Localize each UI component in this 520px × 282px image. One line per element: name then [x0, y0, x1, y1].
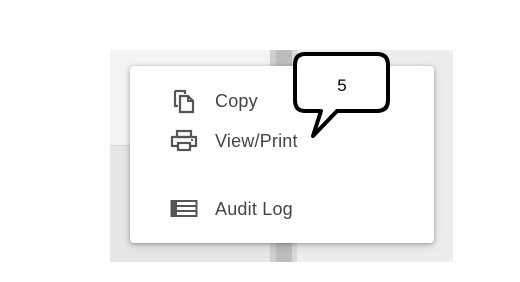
callout-bubble: 5 [291, 52, 393, 142]
list-icon [168, 197, 200, 221]
menu-item-audit-log[interactable]: Audit Log [130, 189, 434, 229]
menu-item-label: View/Print [215, 130, 298, 151]
print-icon [168, 129, 200, 153]
menu-item-label: Audit Log [215, 198, 293, 219]
callout-number: 5 [337, 76, 347, 95]
menu-item-label: Copy [215, 90, 258, 111]
copy-icon [168, 89, 200, 114]
screenshot-stage: Copy View/Print Audit Log 5 [0, 0, 520, 282]
callout-shape [293, 52, 390, 138]
